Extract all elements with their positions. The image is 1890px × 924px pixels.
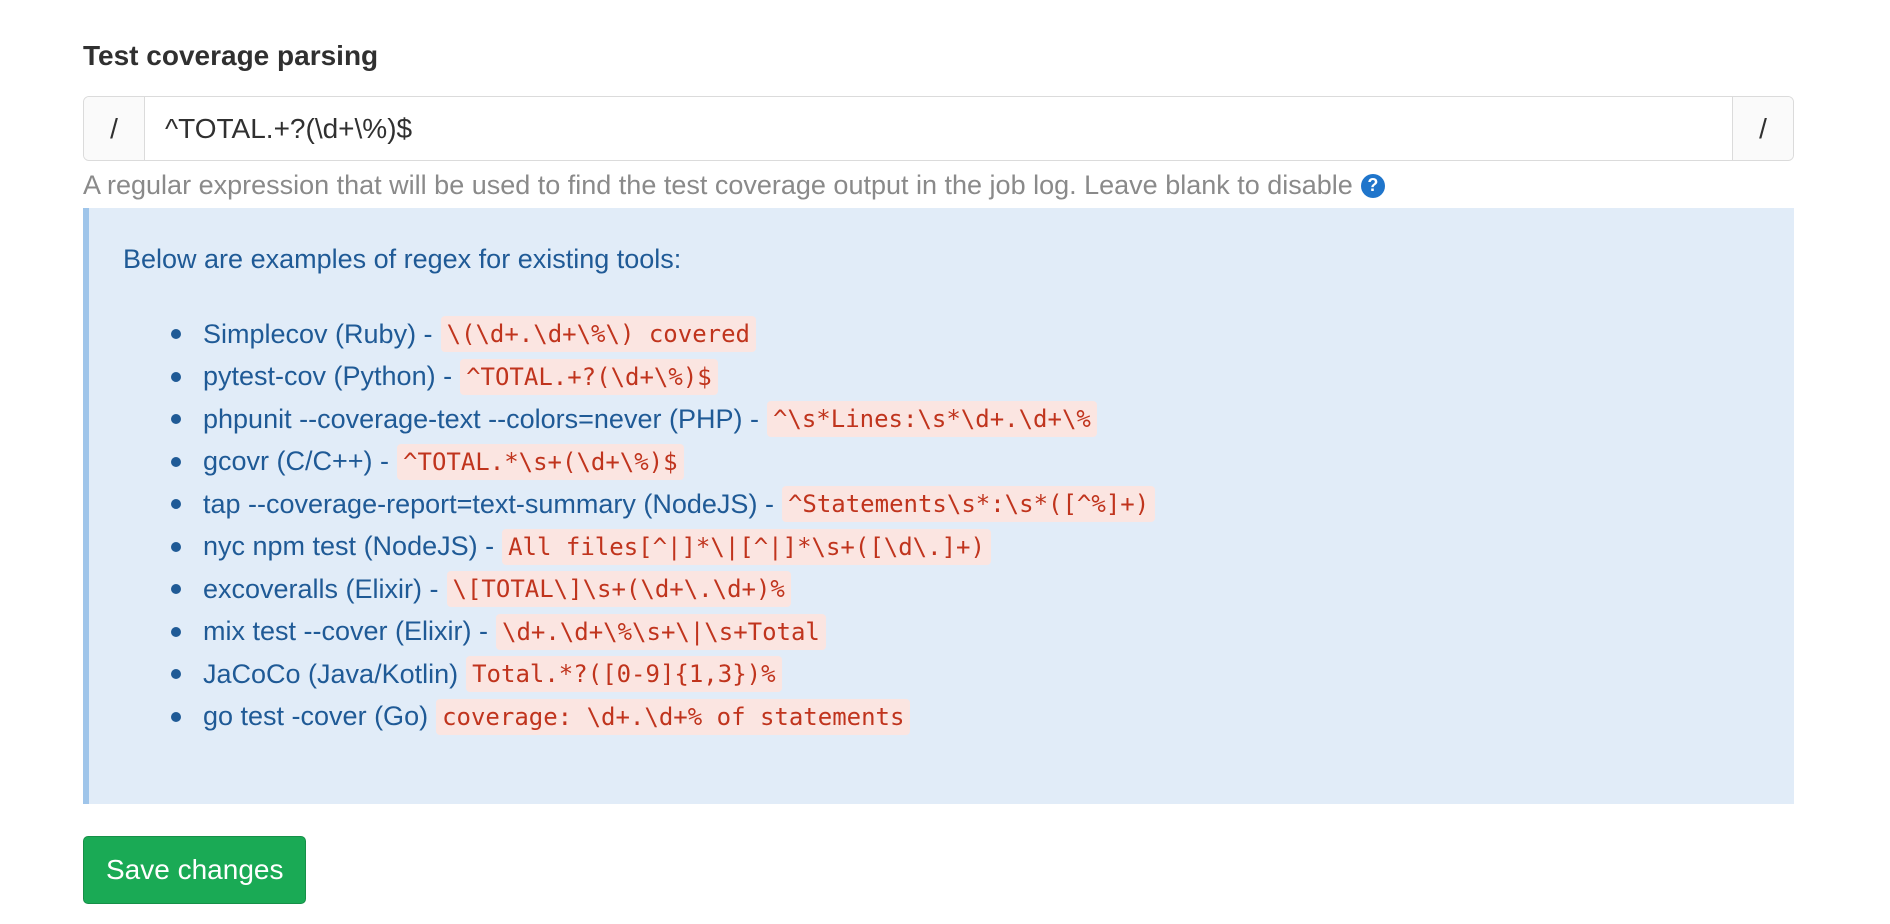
example-tool: excoveralls (Elixir) - [203,573,439,604]
example-regex: ^Statements\s*:\s*([^%]+) [781,486,1156,523]
example-regex: \d+.\d+\%\s+\|\s+Total [496,613,826,650]
save-changes-button[interactable]: Save changes [83,836,307,904]
example-tool: phpunit --coverage-text --colors=never (… [203,403,759,434]
section-label: Test coverage parsing [83,40,379,71]
examples-list: Simplecov (Ruby) - \(\d+.\d+\%\) covered… [123,313,1794,738]
example-tool: mix test --cover (Elixir) - [203,616,488,647]
example-item: tap --coverage-report=text-summary (Node… [171,483,1794,526]
example-regex: All files[^|]*\|[^|]*\s+([\d\.]+) [502,528,991,565]
example-tool: pytest-cov (Python) - [203,361,453,392]
example-item: Simplecov (Ruby) - \(\d+.\d+\%\) covered [171,313,1794,356]
example-tool: nyc npm test (NodeJS) - [203,531,495,562]
example-tool: Simplecov (Ruby) - [203,318,433,349]
example-regex: ^TOTAL.*\s+(\d+\%)$ [397,443,684,480]
example-tool: go test -cover (Go) [203,701,429,732]
example-tool: gcovr (C/C++) - [203,446,390,477]
example-item: mix test --cover (Elixir) - \d+.\d+\%\s+… [171,611,1794,654]
help-text: A regular expression that will be used t… [83,170,1385,201]
help-text-label: A regular expression that will be used t… [83,170,1353,200]
question-circle-icon[interactable]: ? [1360,173,1385,198]
example-regex: ^TOTAL.+?(\d+\%)$ [460,358,718,395]
example-item: pytest-cov (Python) - ^TOTAL.+?(\d+\%)$ [171,356,1794,399]
example-item: nyc npm test (NodeJS) - All files[^|]*\|… [171,526,1794,569]
regex-input-group: / / [83,96,1794,161]
example-regex: Total.*?([0-9]{1,3})% [466,656,782,693]
example-regex: coverage: \d+.\d+% of statements [436,698,911,735]
example-regex: ^\s*Lines:\s*\d+.\d+\% [766,401,1097,438]
example-item: go test -cover (Go) coverage: \d+.\d+% o… [171,696,1794,739]
example-item: gcovr (C/C++) - ^TOTAL.*\s+(\d+\%)$ [171,441,1794,484]
example-regex: \(\d+.\d+\%\) covered [440,316,756,353]
example-regex: \[TOTAL\]\s+(\d+\.\d+)% [446,571,791,608]
examples-intro: Below are examples of regex for existing… [123,244,682,274]
coverage-regex-input[interactable] [145,97,1732,160]
example-item: JaCoCo (Java/Kotlin) Total.*?([0-9]{1,3}… [171,653,1794,696]
regex-prefix-slash: / [84,97,145,160]
example-tool: JaCoCo (Java/Kotlin) [203,658,459,689]
example-item: phpunit --coverage-text --colors=never (… [171,398,1794,441]
regex-suffix-slash: / [1732,97,1793,160]
example-item: excoveralls (Elixir) - \[TOTAL\]\s+(\d+\… [171,568,1794,611]
regex-examples-box: Below are examples of regex for existing… [83,208,1794,804]
example-tool: tap --coverage-report=text-summary (Node… [203,488,774,519]
